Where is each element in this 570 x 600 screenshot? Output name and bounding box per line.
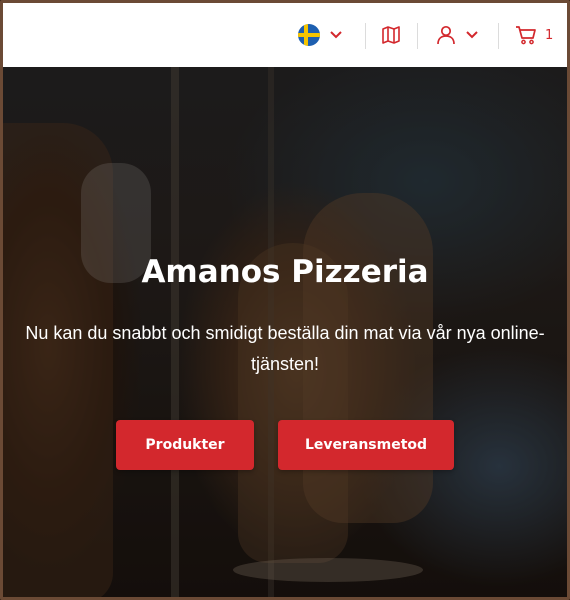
top-header: 1	[3, 3, 567, 67]
cart-button[interactable]: 1	[515, 3, 553, 67]
cart-count-badge: 1	[545, 27, 554, 43]
map-icon	[382, 26, 400, 44]
account-menu[interactable]	[436, 3, 478, 67]
hero-background	[0, 0, 570, 600]
cart-icon	[516, 26, 536, 45]
header-divider	[365, 23, 366, 49]
header-divider	[417, 23, 418, 49]
map-button[interactable]	[381, 3, 401, 67]
hero-title: Amanos Pizzeria	[141, 254, 429, 290]
hero-subtitle: Nu kan du snabbt och smidigt beställa di…	[25, 323, 545, 374]
delivery-method-button[interactable]: Leveransmetod	[278, 420, 454, 470]
sweden-flag-icon	[298, 24, 320, 46]
header-divider	[498, 23, 499, 49]
chevron-down-icon	[330, 31, 342, 39]
products-button[interactable]: Produkter	[116, 420, 254, 470]
language-selector[interactable]	[298, 3, 342, 67]
user-icon	[437, 25, 455, 45]
chevron-down-icon	[466, 31, 478, 39]
